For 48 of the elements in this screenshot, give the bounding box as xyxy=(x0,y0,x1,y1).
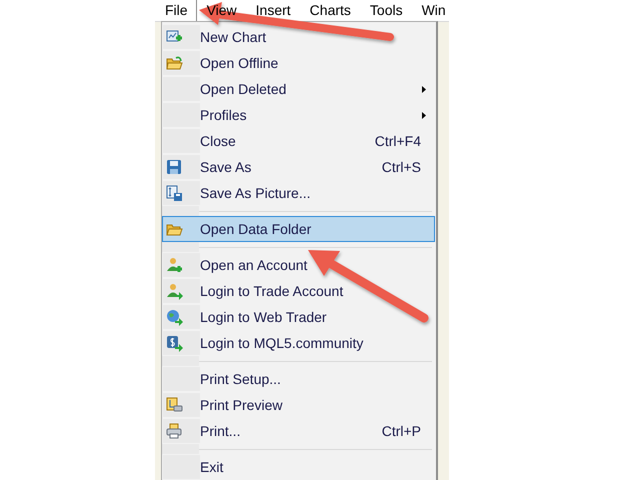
menu-item-label: Save As xyxy=(200,159,252,175)
menu-item-label: Open Deleted xyxy=(200,81,288,97)
menu-bar-item[interactable]: Charts xyxy=(300,0,360,21)
menu-bar-item[interactable]: Tools xyxy=(360,0,412,21)
menu-item[interactable]: Print... Ctrl+P xyxy=(162,418,435,444)
menu-item[interactable]: Login to Trade Account xyxy=(162,278,435,304)
menu-item[interactable]: Open an Account xyxy=(162,252,435,278)
menu-item-label: New Chart xyxy=(200,29,268,45)
menu-item[interactable]: Login to MQL5.community xyxy=(162,330,435,356)
menu-bar-item[interactable]: Insert xyxy=(246,0,300,21)
menu-item[interactable]: Profiles xyxy=(162,102,435,128)
menu-bar-item[interactable]: View xyxy=(196,0,246,21)
menu-item[interactable]: Open Offline xyxy=(162,50,435,76)
menu-item-label: Login to MQL5.community xyxy=(200,335,364,351)
menu-item-label: Open Data Folder xyxy=(200,221,312,237)
shortcut-label: Ctrl+F4 xyxy=(374,133,421,149)
menu-bar-item[interactable]: Win xyxy=(412,0,449,21)
menu-item[interactable]: New Chart xyxy=(162,24,435,50)
globe-login-icon xyxy=(166,308,183,326)
menu-item[interactable]: Login to Web Trader xyxy=(162,304,435,330)
menu-item-label: Login to Trade Account xyxy=(200,283,344,299)
menu-item-label: Save As Picture... xyxy=(200,185,312,201)
menu-item[interactable]: Print Setup... xyxy=(162,366,435,392)
menu-item[interactable]: Exit xyxy=(162,454,435,480)
menu-item[interactable]: Print Preview xyxy=(162,392,435,418)
menu-item-label: Print Preview xyxy=(200,397,284,413)
user-login-icon xyxy=(166,282,183,300)
menu-item[interactable]: Close Ctrl+F4 xyxy=(162,128,435,154)
print-preview-icon xyxy=(166,396,183,414)
printer-icon xyxy=(166,422,183,440)
menu-item[interactable]: Open Data Folder xyxy=(162,216,435,242)
menu-item-label: Open an Account xyxy=(200,257,308,273)
dollar-login-icon xyxy=(166,334,183,352)
folder-icon xyxy=(166,54,183,72)
menu-item-label: Login to Web Trader xyxy=(200,309,328,325)
menu-item-label: Close xyxy=(200,133,237,149)
menu-item-label: Open Offline xyxy=(200,55,280,71)
picture-save-icon xyxy=(166,184,183,202)
menu-item[interactable]: Save As Ctrl+S xyxy=(162,154,435,180)
menu-item-label: Exit xyxy=(200,459,224,475)
menu-item-label: Print Setup... xyxy=(200,371,282,387)
shortcut-label: Ctrl+S xyxy=(382,159,421,175)
shortcut-label: Ctrl+P xyxy=(382,423,421,439)
menu-item-label: Print... xyxy=(200,423,242,439)
menu-item-label: Profiles xyxy=(200,107,248,123)
menu-item[interactable]: Open Deleted xyxy=(162,76,435,102)
menu-item[interactable]: Save As Picture... xyxy=(162,180,435,206)
user-add-icon xyxy=(166,256,183,274)
